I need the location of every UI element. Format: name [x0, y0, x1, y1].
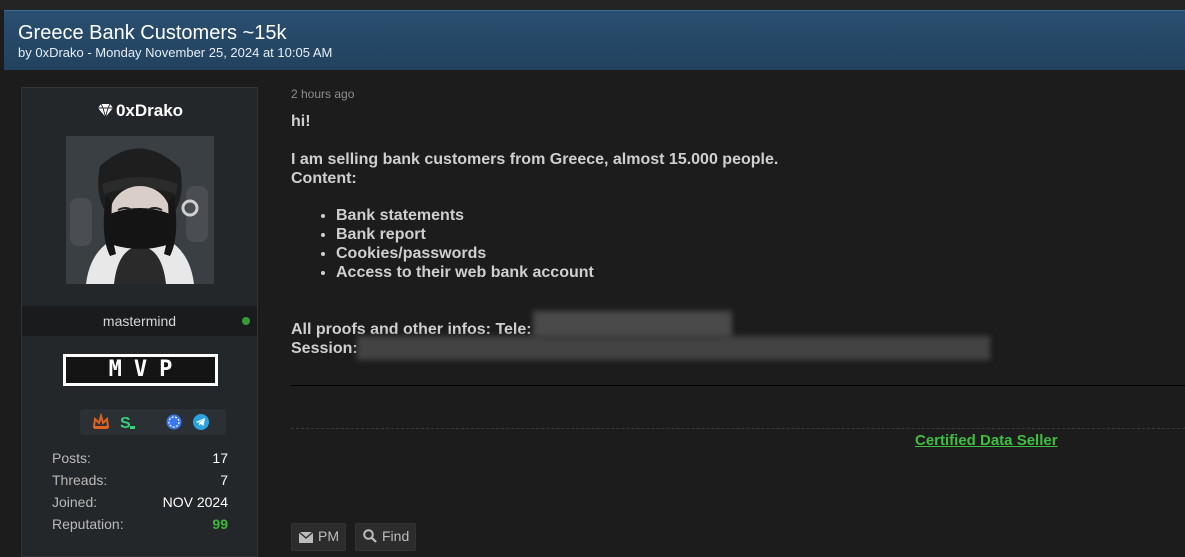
stat-label: Joined:: [52, 494, 98, 510]
pm-label: PM: [318, 528, 339, 544]
stat-value: NOV 2024: [162, 494, 228, 510]
user-panel: 0xDrako mastermind MVP S Posts: 17 Threa…: [21, 87, 258, 557]
username-text: 0xDrako: [115, 101, 184, 120]
pm-button[interactable]: PM: [291, 523, 346, 551]
post-content: 2 hours ago hi! I am selling bank custom…: [291, 87, 1181, 357]
thread-byline: by 0xDrako - Monday November 25, 2024 at…: [18, 45, 333, 60]
s-logo-icon[interactable]: S: [118, 413, 136, 432]
stat-joined: Joined: NOV 2024: [52, 494, 228, 516]
stat-value: 7: [220, 472, 228, 488]
crown-icon[interactable]: [92, 412, 110, 431]
find-label: Find: [382, 528, 410, 544]
telegram-icon[interactable]: [192, 413, 210, 431]
signature-link[interactable]: Certified Data Seller: [915, 432, 1058, 449]
reputation-value[interactable]: 99: [212, 516, 228, 532]
stat-label: Threads:: [52, 472, 108, 488]
post-divider: [291, 385, 1185, 386]
svg-text:S: S: [120, 415, 131, 431]
avatar[interactable]: [66, 136, 214, 284]
list-item: Access to their web bank account: [336, 263, 778, 282]
list-item: Cookies/passwords: [336, 244, 778, 263]
stat-posts: Posts: 17: [52, 450, 228, 472]
post-greeting: hi!: [291, 113, 311, 130]
list-item: Bank report: [336, 225, 778, 244]
post-timestamp[interactable]: 2 hours ago: [291, 87, 1181, 101]
envelope-icon: [298, 531, 314, 543]
search-icon: [363, 529, 377, 543]
signature-divider: [291, 428, 1185, 429]
stat-label: Reputation:: [52, 516, 124, 532]
signal-icon[interactable]: [165, 413, 183, 431]
stat-threads: Threads: 7: [52, 472, 228, 494]
diamond-icon: [97, 102, 113, 122]
online-status-icon: [242, 317, 250, 325]
stat-reputation: Reputation: 99: [52, 516, 228, 538]
find-button[interactable]: Find: [355, 523, 416, 551]
stat-value: 17: [212, 450, 228, 466]
top-strip: [0, 0, 1185, 10]
post-line: I am selling bank customers from Greece,…: [291, 151, 779, 168]
thread-header: Greece Bank Customers ~15k by 0xDrako - …: [4, 10, 1185, 70]
content-list: Bank statements Bank report Cookies/pass…: [291, 206, 778, 282]
post-line: Content:: [291, 170, 357, 187]
user-title-bar: mastermind: [22, 306, 257, 336]
redacted-session: [357, 336, 990, 360]
award-icons-row: S: [80, 409, 226, 435]
username-link[interactable]: 0xDrako: [22, 101, 259, 122]
user-stats: Posts: 17 Threads: 7 Joined: NOV 2024 Re…: [52, 450, 228, 538]
thread-title: Greece Bank Customers ~15k: [18, 22, 287, 44]
user-title: mastermind: [102, 313, 177, 329]
stat-label: Posts:: [52, 450, 91, 466]
mvp-badge: MVP: [63, 354, 218, 386]
list-item: Bank statements: [336, 206, 778, 225]
redacted-contact: [533, 311, 732, 338]
